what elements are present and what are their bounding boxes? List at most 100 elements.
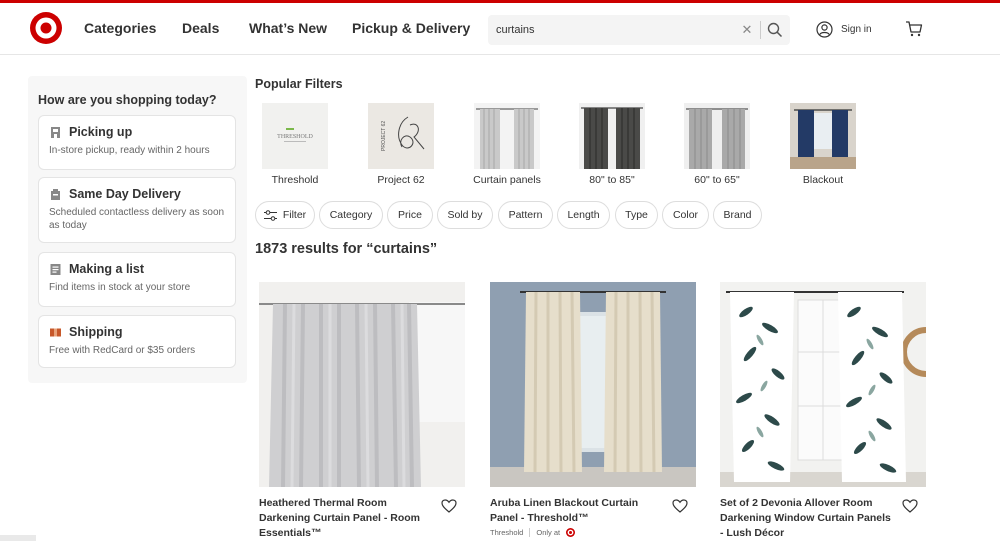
option-shipping[interactable]: Shipping Free with RedCard or $35 orders [38, 315, 236, 368]
popular-filter-project-62[interactable]: PROJECT 62 Project 62 [361, 103, 441, 186]
chip-label: Brand [723, 209, 752, 221]
nav-pickup-delivery[interactable]: Pickup & Delivery [352, 20, 470, 36]
search-icon[interactable] [766, 21, 784, 39]
gray-curtain-image [259, 282, 465, 487]
target-logo-icon[interactable] [30, 12, 62, 44]
option-title: Picking up [69, 125, 133, 139]
popular-filter-blackout[interactable]: Blackout [783, 103, 863, 186]
curtain-thumbnail-image [790, 109, 856, 169]
filter-chip-color[interactable]: Color [662, 201, 709, 229]
favorite-heart-icon[interactable] [670, 496, 690, 516]
search-input[interactable] [496, 20, 736, 40]
account-icon [816, 20, 833, 38]
product-image[interactable] [259, 282, 465, 487]
filter-thumbnail [579, 103, 645, 169]
project-62-logo-text: PROJECT 62 [381, 121, 387, 151]
filter-chip-brand[interactable]: Brand [713, 201, 762, 229]
shopping-list-icon [50, 263, 61, 275]
filter-label: Blackout [802, 174, 844, 186]
target-bullseye-icon [566, 528, 576, 537]
same-day-delivery-icon [51, 188, 60, 200]
chip-label: Sold by [447, 209, 483, 221]
filter-label: Curtain panels [473, 174, 541, 186]
filter-chip-length[interactable]: Length [557, 201, 610, 229]
search-bar: ✕ [488, 15, 790, 45]
filter-thumbnail [790, 103, 856, 169]
filter-chip-sold-by[interactable]: Sold by [437, 201, 493, 229]
product-title[interactable]: Heathered Thermal Room Darkening Curtain… [259, 496, 434, 541]
filter-chip-filter[interactable]: Filter [255, 201, 315, 229]
popular-filter-threshold[interactable]: THRESHOLD Threshold [255, 103, 335, 186]
nav-categories[interactable]: Categories [84, 20, 156, 36]
filter-thumbnail [684, 103, 750, 169]
nav-deals[interactable]: Deals [182, 20, 219, 36]
popular-filter-80-to-85[interactable]: 80" to 85" [572, 103, 652, 186]
product-title[interactable]: Aruba Linen Blackout Curtain Panel - Thr… [490, 496, 665, 526]
shipping-box-icon [50, 328, 61, 336]
filter-thumbnail: PROJECT 62 [368, 103, 434, 169]
product-image[interactable] [490, 282, 696, 487]
sign-in-label: Sign in [841, 23, 872, 35]
popular-filter-curtain-panels[interactable]: Curtain panels [467, 103, 547, 186]
filter-chip-price[interactable]: Price [387, 201, 433, 229]
chip-label: Color [672, 209, 699, 221]
option-description: Free with RedCard or $35 orders [49, 345, 196, 356]
option-description: Find items in stock at your store [49, 282, 191, 293]
product-image[interactable] [720, 282, 926, 487]
filter-thumbnail: THRESHOLD [262, 103, 328, 169]
popular-filters-heading: Popular Filters [255, 77, 343, 91]
favorite-heart-icon[interactable] [439, 496, 459, 516]
option-title: Shipping [69, 325, 123, 339]
product-title[interactable]: Set of 2 Devonia Allover Room Darkening … [720, 496, 895, 541]
cart-icon[interactable] [905, 20, 923, 38]
option-picking-up[interactable]: Picking up In-store pickup, ready within… [38, 115, 236, 170]
option-description: Scheduled contactless delivery as soon a… [49, 207, 225, 231]
sliders-icon [263, 209, 277, 221]
option-title: Making a list [69, 262, 145, 276]
product-card: Aruba Linen Blackout Curtain Panel - Thr… [490, 282, 696, 537]
filter-label: Project 62 [377, 174, 425, 186]
chip-label: Price [398, 209, 422, 221]
chip-label: Length [567, 209, 600, 221]
search-divider [760, 21, 761, 39]
popular-filter-60-to-65[interactable]: 60" to 65" [677, 103, 757, 186]
site-header: Categories Deals What’s New Pickup & Del… [0, 3, 1000, 55]
filter-label: 60" to 65" [694, 174, 740, 186]
exclusive-label: Only at [536, 528, 561, 537]
option-making-a-list[interactable]: Making a list Find items in stock at you… [38, 252, 236, 307]
project-62-logo: PROJECT 62 [381, 116, 425, 151]
chip-label: Filter [282, 209, 307, 221]
filter-chip-pattern[interactable]: Pattern [498, 201, 553, 229]
feedback-tab[interactable] [0, 535, 36, 541]
filter-thumbnail [474, 103, 540, 169]
filter-label: Threshold [271, 174, 319, 186]
chip-label: Type [625, 209, 648, 221]
filter-chip-category[interactable]: Category [319, 201, 383, 229]
option-title: Same Day Delivery [69, 187, 181, 201]
product-card: Set of 2 Devonia Allover Room Darkening … [720, 282, 926, 539]
results-count: 1873 results for “curtains” [255, 241, 438, 257]
meta-divider [529, 528, 531, 537]
leaf-print-curtain-image [720, 282, 926, 487]
nav-whats-new[interactable]: What’s New [249, 20, 327, 36]
chip-label: Category [329, 209, 373, 221]
curtain-thumbnail-image [476, 108, 538, 169]
threshold-logo-text: THRESHOLD [277, 134, 313, 140]
threshold-logo: THRESHOLD [277, 128, 313, 142]
product-brand[interactable]: Threshold [490, 528, 523, 537]
product-meta: Threshold Only at [490, 528, 576, 537]
shopping-method-heading: How are you shopping today? [38, 93, 217, 107]
store-pickup-icon [51, 126, 60, 138]
favorite-heart-icon[interactable] [900, 496, 920, 516]
option-same-day-delivery[interactable]: Same Day Delivery Scheduled contactless … [38, 177, 236, 243]
chip-label: Pattern [508, 209, 543, 221]
product-card: Heathered Thermal Room Darkening Curtain… [259, 282, 465, 539]
clear-search-icon[interactable]: ✕ [740, 22, 754, 38]
filter-label: 80" to 85" [589, 174, 635, 186]
option-description: In-store pickup, ready within 2 hours [49, 145, 210, 156]
shopping-method-panel: How are you shopping today? Picking up I… [28, 76, 247, 383]
linen-curtain-image [490, 282, 696, 487]
sign-in-button[interactable]: Sign in [816, 18, 872, 40]
curtain-thumbnail-image [581, 107, 643, 169]
filter-chip-type[interactable]: Type [615, 201, 658, 229]
